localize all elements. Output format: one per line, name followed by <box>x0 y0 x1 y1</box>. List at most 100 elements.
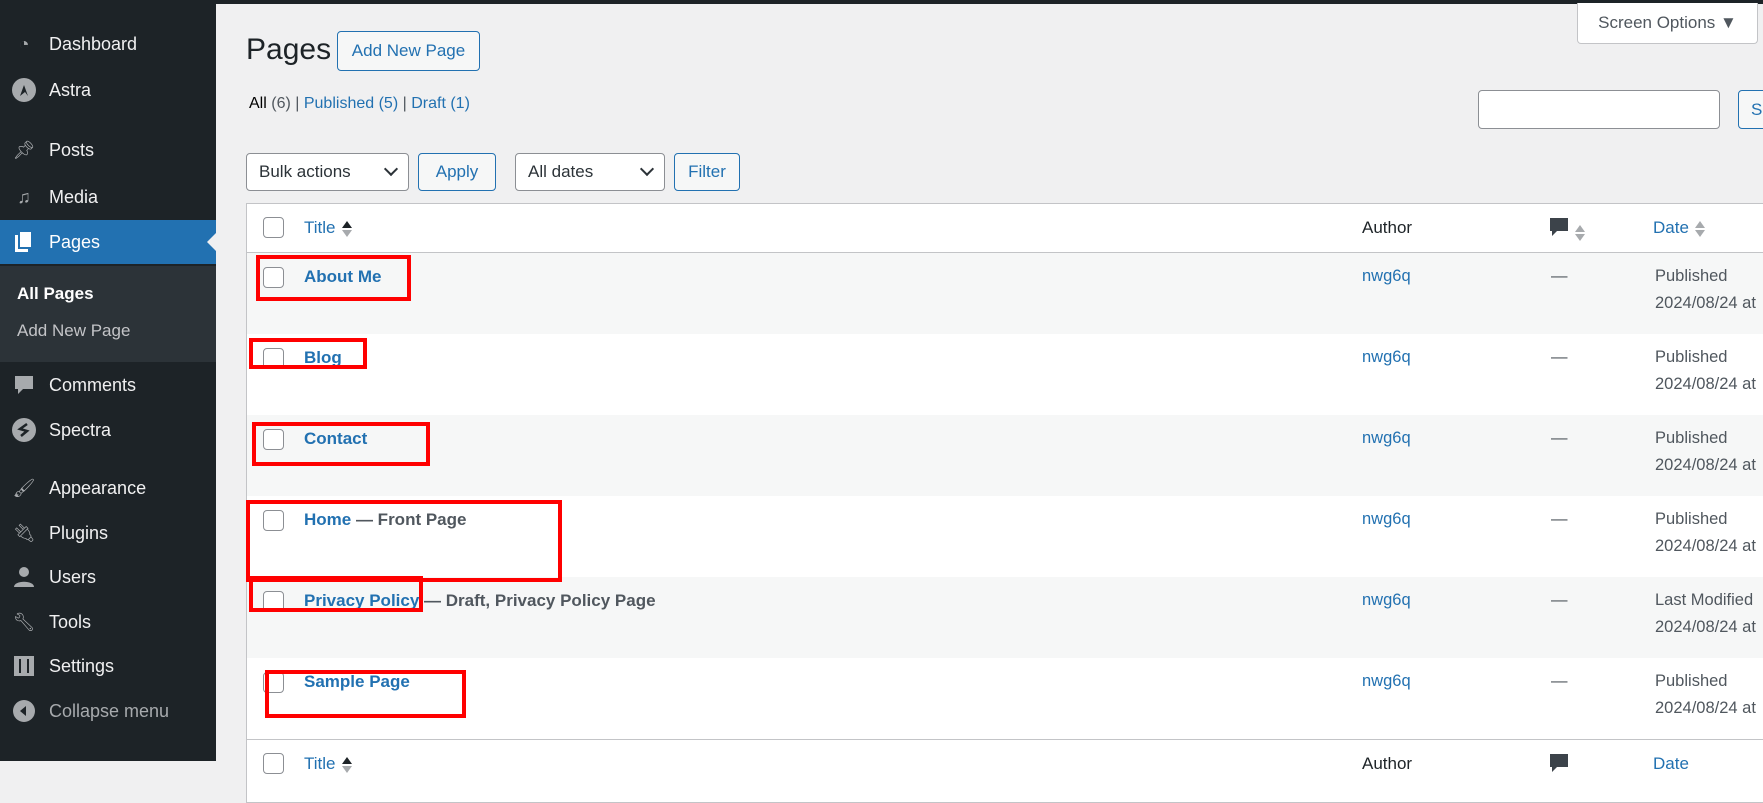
page-title-link[interactable]: Blog <box>304 348 342 367</box>
date-value: 2024/08/24 at <box>1655 294 1756 312</box>
footer-column-author: Author <box>1362 754 1413 773</box>
sidebar-item-label: Spectra <box>49 419 112 440</box>
user-icon <box>11 564 37 590</box>
sidebar-item-comments[interactable]: Comments <box>0 363 216 407</box>
author-link[interactable]: nwg6q <box>1362 348 1411 367</box>
table-row: Sample Page nwg6q — Published 2024/08/24 at <box>247 658 1763 739</box>
bulk-actions-select[interactable]: Bulk actions <box>246 153 409 191</box>
date-value: 2024/08/24 at <box>1655 618 1756 636</box>
sidebar-item-spectra[interactable]: Spectra <box>0 408 216 452</box>
sidebar-item-plugins[interactable]: 🔌︎ Plugins <box>0 511 216 555</box>
page-title-link[interactable]: About Me <box>304 267 381 286</box>
sidebar-item-media[interactable]: ♫ Media <box>0 175 216 219</box>
pages-table: Title Author Date About Me nwg6q — Publishe… <box>246 203 1763 803</box>
footer-column-comments[interactable] <box>1549 753 1569 778</box>
plugin-icon: 🔌︎ <box>12 522 36 543</box>
author-link[interactable]: nwg6q <box>1362 267 1411 286</box>
filter-button[interactable]: Filter <box>674 153 740 191</box>
search-pages-button[interactable]: Se <box>1738 90 1763 129</box>
collapse-icon <box>11 698 37 724</box>
table-header: Title Author Date <box>247 204 1763 253</box>
column-date[interactable]: Date <box>1653 218 1705 238</box>
author-link[interactable]: nwg6q <box>1362 429 1411 448</box>
post-state: — Draft, Privacy Policy Page <box>419 591 656 610</box>
row-checkbox[interactable] <box>263 591 284 612</box>
footer-column-title[interactable]: Title <box>304 754 352 774</box>
spectra-icon <box>11 417 37 443</box>
admin-bar <box>0 0 1763 4</box>
add-new-page-button[interactable]: Add New Page <box>337 31 480 71</box>
row-title-cell: Privacy Policy — Draft, Privacy Policy P… <box>304 591 656 611</box>
submenu-add-new-page[interactable]: Add New Page <box>17 321 130 341</box>
author-link[interactable]: nwg6q <box>1362 672 1411 691</box>
page-title-link[interactable]: Contact <box>304 429 367 448</box>
date-status: Published <box>1655 267 1728 285</box>
sidebar-item-users[interactable]: Users <box>0 555 216 599</box>
submenu-all-pages[interactable]: All Pages <box>17 284 94 304</box>
author-link[interactable]: nwg6q <box>1362 591 1411 610</box>
row-checkbox[interactable] <box>263 429 284 450</box>
sidebar-item-posts[interactable]: 📌︎ Posts <box>0 128 216 172</box>
column-title[interactable]: Title <box>304 218 352 238</box>
row-checkbox[interactable] <box>263 510 284 531</box>
sidebar-item-label: Media <box>49 186 99 207</box>
sidebar-item-pages[interactable]: Pages <box>0 220 216 264</box>
astra-icon <box>11 77 37 103</box>
sidebar-item-tools[interactable]: 🔧︎ Tools <box>0 600 216 644</box>
wrench-icon: 🔧︎ <box>12 611 36 632</box>
sidebar-item-label: Appearance <box>49 477 147 498</box>
table-row: Contact nwg6q — Published 2024/08/24 at <box>247 415 1763 496</box>
dates-select[interactable]: All dates <box>515 153 665 191</box>
collapse-menu-button[interactable]: Collapse menu <box>0 689 216 733</box>
pages-icon <box>11 229 37 255</box>
table-row: About Me nwg6q — Published 2024/08/24 at <box>247 253 1763 334</box>
select-all-checkbox[interactable] <box>263 217 284 238</box>
filter-published[interactable]: Published (5) <box>304 95 398 112</box>
date-status: Published <box>1655 510 1728 528</box>
sidebar-item-label: Users <box>49 566 97 587</box>
row-title-cell: Contact <box>304 429 367 449</box>
sidebar-item-label: Astra <box>49 79 92 100</box>
apply-button[interactable]: Apply <box>418 153 496 191</box>
sidebar-item-dashboard[interactable]: ◔ Dashboard <box>0 22 216 66</box>
chevron-down-icon <box>383 161 399 177</box>
brush-icon: 🖌︎ <box>12 477 36 498</box>
row-checkbox[interactable] <box>263 267 284 288</box>
comment-bubble-icon <box>1549 218 1569 241</box>
sort-icon <box>1694 220 1705 237</box>
comment-count: — <box>1551 672 1568 690</box>
sidebar-item-astra[interactable]: Astra <box>0 68 216 112</box>
table-footer: Title Author Date <box>247 739 1763 788</box>
post-state: — Front Page <box>351 510 467 529</box>
row-title-cell: Home — Front Page <box>304 510 466 530</box>
column-author: Author <box>1362 218 1413 237</box>
screen-options-button[interactable]: Screen Options ▼ <box>1577 3 1758 44</box>
row-checkbox[interactable] <box>263 348 284 369</box>
pages-submenu: All Pages Add New Page <box>0 266 216 362</box>
sidebar-item-label: Pages <box>49 231 101 252</box>
page-title-link[interactable]: Home <box>304 510 351 529</box>
page-title-link[interactable]: Sample Page <box>304 672 410 691</box>
search-input[interactable] <box>1478 90 1720 129</box>
sidebar-item-label: Tools <box>49 611 92 632</box>
comment-count: — <box>1551 429 1568 447</box>
page-title-link[interactable]: Privacy Policy <box>304 591 419 610</box>
footer-column-date[interactable]: Date <box>1653 754 1689 774</box>
column-comments[interactable] <box>1549 217 1585 242</box>
sidebar-item-settings[interactable]: Settings <box>0 644 216 688</box>
chevron-down-icon <box>639 161 655 177</box>
row-checkbox[interactable] <box>263 672 284 693</box>
author-link[interactable]: nwg6q <box>1362 510 1411 529</box>
select-all-checkbox-footer[interactable] <box>263 753 284 774</box>
sidebar-item-appearance[interactable]: 🖌︎ Appearance <box>0 466 216 510</box>
date-value: 2024/08/24 at <box>1655 456 1756 474</box>
sort-icon <box>341 220 352 237</box>
filter-all[interactable]: All (6) <box>249 95 291 112</box>
sidebar-item-label: Comments <box>49 374 137 395</box>
filter-draft[interactable]: Draft (1) <box>411 95 470 112</box>
table-row: Home — Front Page nwg6q — Published 2024/08/… <box>247 496 1763 577</box>
date-value: 2024/08/24 at <box>1655 375 1756 393</box>
comment-icon <box>11 372 37 398</box>
date-value: 2024/08/24 at <box>1655 699 1756 717</box>
row-title-cell: Sample Page <box>304 672 410 692</box>
